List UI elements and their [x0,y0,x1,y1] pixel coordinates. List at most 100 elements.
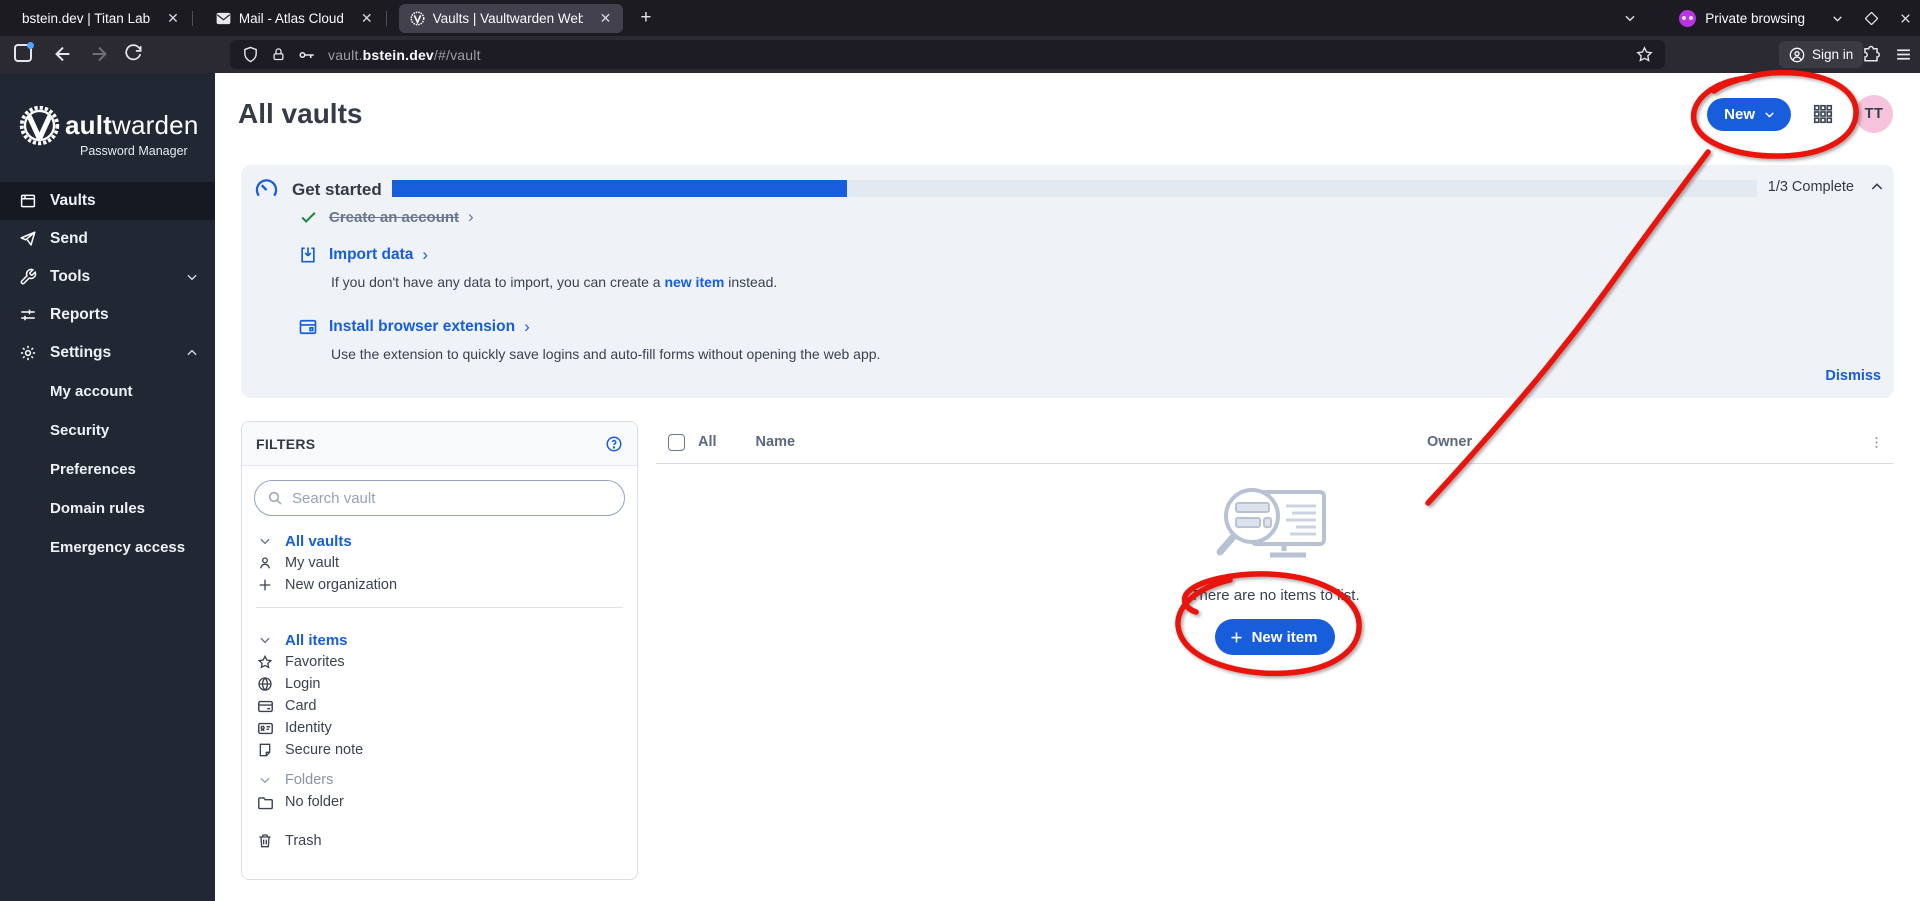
step-install-extension[interactable]: Install browser extension › [296,317,530,337]
sign-in-label: Sign in [1812,47,1853,62]
private-browsing-label: Private browsing [1705,11,1805,26]
extensions-icon[interactable] [1862,45,1880,63]
column-name: Name [756,434,796,450]
user-icon [256,555,274,571]
chevron-down-icon[interactable] [256,633,274,647]
filter-label: Folders [285,772,333,788]
collapse-chevron-up-icon[interactable] [1869,179,1885,195]
apps-grid-icon[interactable] [1812,103,1834,125]
sidebar-item-vaults[interactable]: Vaults [0,182,215,220]
note-icon [256,742,274,758]
tools-icon [19,268,37,286]
tab-close-icon[interactable]: ✕ [358,9,376,27]
filter-new-organization[interactable]: New organization [256,574,623,596]
filter-my-vault[interactable]: My vault [256,552,623,574]
menu-hamburger-icon[interactable] [1895,46,1912,63]
chevron-up-icon [185,346,199,360]
filter-login[interactable]: Login [256,673,623,695]
get-started-title: Get started [292,180,382,200]
select-all-checkbox[interactable] [668,434,685,451]
step-import-data[interactable]: Import data › [296,245,428,265]
tab-vaultwarden-active[interactable]: Vaults | Vaultwarden Web ✕ [399,4,624,33]
tab-title: bstein.dev | Titan Lab [22,11,150,26]
firefox-view-icon[interactable] [14,44,32,62]
dismiss-link[interactable]: Dismiss [1825,368,1881,384]
app-sidebar: aultwarden Password Manager Vaults Send … [0,73,215,901]
filter-card[interactable]: Card [256,695,623,717]
empty-state-illustration [1212,486,1338,572]
vault-search-field[interactable] [254,480,625,516]
sidebar-item-my-account[interactable]: My account [0,372,215,411]
filter-label: New organization [285,577,397,593]
plus-icon [256,577,274,593]
sidebar-item-label: Vaults [50,192,96,210]
sidebar-item-emergency-access[interactable]: Emergency access [0,528,215,567]
globe-icon [256,676,274,692]
sidebar-item-settings[interactable]: Settings [0,334,215,372]
new-item-button[interactable]: New item [1215,619,1336,655]
step-label[interactable]: Import data [329,246,413,264]
import-icon [296,245,320,265]
sidebar-item-reports[interactable]: Reports [0,296,215,334]
sidebar-item-send[interactable]: Send [0,220,215,258]
chevron-down-icon [185,270,199,284]
step-label[interactable]: Create an account [329,209,459,226]
filter-trash[interactable]: Trash [256,830,623,852]
browser-toolbar: vault.bstein.dev/#/vault Sign in [0,36,1920,73]
table-options-kebab-icon[interactable] [1869,435,1884,450]
back-icon[interactable] [52,43,74,65]
filter-no-folder[interactable]: No folder [256,791,623,813]
avatar[interactable]: TT [1855,95,1893,133]
lock-icon[interactable] [271,47,286,62]
tab-close-icon[interactable]: ✕ [597,9,615,27]
vault-icon [19,192,37,210]
window-maximize-icon[interactable] [1865,12,1878,25]
progress-label: 1/3 Complete [1768,179,1854,195]
filter-folders-header[interactable]: Folders [256,769,623,791]
new-button-label: New [1724,106,1755,123]
new-item-link[interactable]: new item [664,274,724,290]
chevron-right-icon: › [422,245,428,265]
filter-all-vaults[interactable]: All vaults [256,530,623,552]
sidebar-item-label: Reports [50,306,109,324]
tab-close-icon[interactable]: ✕ [164,9,182,27]
sign-in-button[interactable]: Sign in [1779,41,1863,68]
bookmark-star-icon[interactable] [1636,46,1653,63]
window-minimize-icon[interactable] [1831,12,1844,25]
sidebar-item-tools[interactable]: Tools [0,258,215,296]
filter-all-items[interactable]: All items [256,629,623,651]
tab-titan-lab[interactable]: bstein.dev | Titan Lab ✕ [11,4,191,33]
vaultwarden-logo[interactable]: aultwarden Password Manager [0,73,215,158]
filters-panel: FILTERS All vaults My vault New organiza [241,421,638,880]
column-owner: Owner [1427,434,1472,450]
step-create-account[interactable]: Create an account › [296,207,474,227]
filter-secure-note[interactable]: Secure note [256,739,623,761]
chevron-down-icon[interactable] [256,773,274,787]
url-bar[interactable]: vault.bstein.dev/#/vault [230,40,1665,69]
sidebar-item-label: Settings [50,344,111,362]
sidebar-item-label: Send [50,230,88,248]
sidebar-item-preferences[interactable]: Preferences [0,450,215,489]
filter-label: Identity [285,720,332,736]
new-tab-button[interactable]: + [634,7,657,29]
filter-favorites[interactable]: Favorites [256,651,623,673]
key-icon[interactable] [298,46,316,64]
tracking-shield-icon[interactable] [242,46,259,63]
tab-mail[interactable]: Mail - Atlas Cloud ✕ [205,4,385,33]
help-icon[interactable] [605,435,623,453]
private-browsing-badge: Private browsing [1679,10,1805,27]
sidebar-item-security[interactable]: Security [0,411,215,450]
browser-extension-icon [296,317,320,337]
gauge-icon [253,176,280,203]
browser-tab-bar: bstein.dev | Titan Lab ✕ Mail - Atlas Cl… [0,0,1920,36]
window-close-icon[interactable] [1899,12,1912,25]
list-all-tabs-chevron-icon[interactable] [1623,11,1637,25]
search-input[interactable] [292,490,612,507]
forward-icon[interactable] [88,43,110,65]
sidebar-item-domain-rules[interactable]: Domain rules [0,489,215,528]
filter-identity[interactable]: Identity [256,717,623,739]
new-button[interactable]: New [1707,98,1791,131]
reload-icon[interactable] [124,43,143,62]
step-label[interactable]: Install browser extension [329,318,515,336]
chevron-down-icon[interactable] [256,534,274,548]
